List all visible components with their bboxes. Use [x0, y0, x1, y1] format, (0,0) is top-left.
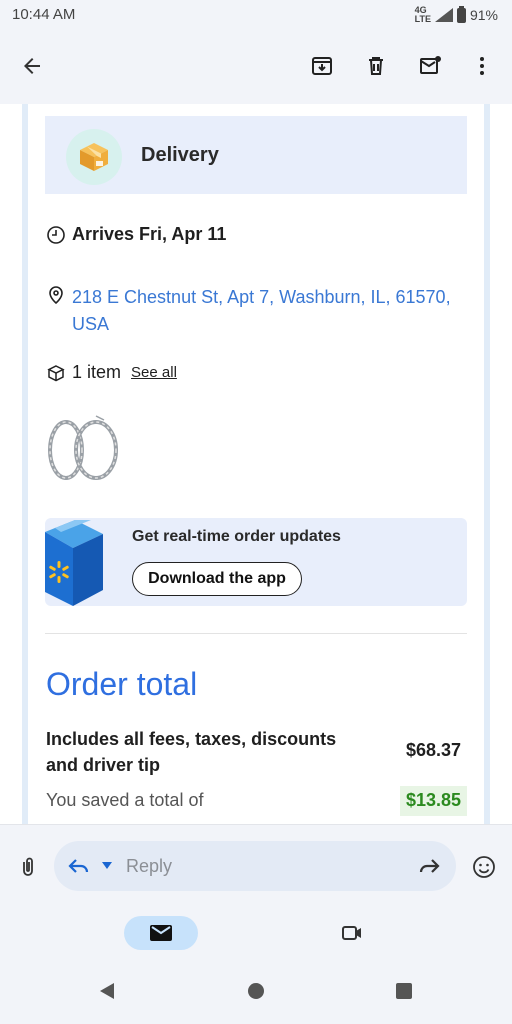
- items-count: 1 item: [72, 362, 122, 382]
- emoji-button[interactable]: [464, 847, 504, 887]
- reply-bar: Reply: [0, 824, 512, 908]
- savings-amount: $13.85: [399, 786, 467, 816]
- section-divider: [45, 633, 467, 634]
- reply-icon: [68, 859, 89, 873]
- package-icon: [80, 143, 108, 171]
- reply-placeholder: Reply: [126, 856, 173, 876]
- delivery-title: Delivery: [141, 144, 219, 166]
- back-arrow-icon: [24, 58, 40, 74]
- forward-icon[interactable]: [418, 856, 440, 876]
- download-app-button[interactable]: Download the app: [132, 562, 302, 596]
- order-total-amount: $68.37: [405, 740, 461, 760]
- arrival-text: Arrives Fri, Apr 11: [72, 224, 227, 244]
- status-indicators: 4G LTE 91%: [414, 5, 498, 24]
- promo-text: Get real-time order updates: [132, 528, 341, 545]
- system-recents-button[interactable]: [391, 978, 417, 1004]
- meet-tab[interactable]: [332, 913, 372, 953]
- network-type-icon: 4G LTE: [414, 5, 431, 24]
- battery-percent: 91%: [469, 7, 498, 23]
- more-vert-icon: [480, 57, 484, 75]
- archive-icon: [312, 57, 332, 75]
- app-promo-card: Get real-time order updates Download the…: [45, 518, 467, 606]
- savings-label: You saved a total of: [46, 790, 204, 810]
- items-row: 1 item See all: [46, 362, 177, 383]
- order-includes-text: Includes all fees, taxes, discounts and …: [46, 729, 337, 775]
- emoji-icon: [473, 856, 495, 878]
- status-bar: 10:44 AM 4G LTE 91%: [0, 0, 512, 30]
- order-total-heading: Order total: [46, 666, 198, 702]
- delete-button[interactable]: [356, 46, 396, 86]
- address-row[interactable]: 218 E Chestnut St, Apt 7, Washburn, IL, …: [46, 284, 476, 338]
- email-toolbar: [0, 30, 512, 102]
- attach-button[interactable]: [8, 847, 48, 887]
- delivery-card: Delivery: [45, 116, 467, 194]
- mark-unread-button[interactable]: [410, 46, 450, 86]
- reply-input[interactable]: Reply: [54, 841, 456, 891]
- bottom-navigation: [0, 908, 512, 958]
- address-link[interactable]: 218 E Chestnut St, Apt 7, Washburn, IL, …: [72, 284, 476, 338]
- battery-icon: [456, 5, 466, 23]
- product-thumbnail[interactable]: [44, 412, 120, 484]
- paperclip-icon: [23, 857, 33, 876]
- system-home-button[interactable]: [243, 978, 269, 1004]
- mail-unread-icon: [420, 56, 441, 74]
- clock-icon: [47, 226, 65, 244]
- trash-icon: [369, 57, 383, 75]
- system-back-button[interactable]: [94, 978, 120, 1004]
- mail-tab[interactable]: [124, 916, 198, 950]
- back-button[interactable]: [12, 46, 52, 86]
- more-options-button[interactable]: [462, 46, 502, 86]
- package-icon-circle: [66, 129, 122, 185]
- video-camera-icon: [342, 926, 361, 940]
- box-outline-icon: [47, 365, 65, 382]
- archive-button[interactable]: [302, 46, 342, 86]
- square-recents-icon: [396, 983, 412, 999]
- email-body: Delivery Arrives Fri, Apr 11 218 E Chest…: [0, 104, 512, 824]
- see-all-link[interactable]: See all: [131, 364, 177, 381]
- location-pin-icon: [49, 286, 63, 305]
- mail-icon: [150, 925, 172, 941]
- signal-icon: [434, 8, 453, 22]
- status-time: 10:44 AM: [12, 6, 76, 23]
- reply-dropdown-icon[interactable]: [102, 862, 112, 870]
- system-navigation: [0, 958, 512, 1024]
- triangle-back-icon: [100, 983, 114, 999]
- walmart-box-illustration: [45, 520, 103, 606]
- circle-home-icon: [248, 983, 264, 999]
- arrival-row: Arrives Fri, Apr 11: [46, 224, 226, 245]
